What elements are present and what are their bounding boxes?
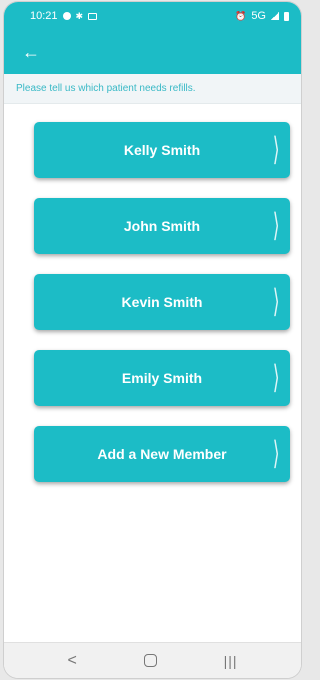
- member-label: Add a New Member: [97, 446, 227, 462]
- add-member-button[interactable]: Add a New Member ⟩: [34, 426, 290, 482]
- chevron-right-icon: ⟩: [272, 359, 280, 395]
- status-time: 10:21: [30, 10, 58, 22]
- image-icon: [88, 12, 98, 20]
- chevron-right-icon: ⟩: [272, 131, 280, 167]
- member-label: Kelly Smith: [123, 142, 201, 158]
- battery-icon: [284, 11, 289, 21]
- recents-icon[interactable]: |||: [224, 653, 238, 669]
- app-bar: ←: [4, 30, 301, 74]
- messenger-icon: [62, 12, 71, 20]
- back-icon[interactable]: <: [67, 652, 76, 670]
- alarm-icon: ⏰: [235, 10, 247, 21]
- arrow-left-icon[interactable]: ←: [22, 43, 40, 61]
- chevron-right-icon: ⟩: [272, 435, 280, 471]
- member-button-kevin-smith[interactable]: Kevin Smith ⟩: [34, 274, 290, 330]
- status-bar: 10:21 ✱ ⏰ 5G: [4, 2, 301, 30]
- member-button-emily-smith[interactable]: Emily Smith ⟩: [34, 350, 290, 406]
- status-right: ⏰ 5G: [235, 10, 289, 22]
- status-left: 10:21 ✱: [30, 10, 98, 22]
- home-icon[interactable]: [143, 654, 157, 667]
- chevron-right-icon: ⟩: [272, 283, 280, 319]
- prompt-text: Please tell us which patient needs refil…: [16, 83, 196, 94]
- gear-icon: ✱: [75, 10, 84, 21]
- network-label: 5G: [251, 10, 266, 22]
- member-label: John Smith: [123, 218, 201, 234]
- prompt-bar: Please tell us which patient needs refil…: [4, 74, 301, 104]
- member-label: Emily Smith: [121, 370, 203, 386]
- chevron-right-icon: ⟩: [272, 207, 280, 243]
- member-button-john-smith[interactable]: John Smith ⟩: [34, 198, 290, 254]
- member-button-kelly-smith[interactable]: Kelly Smith ⟩: [34, 122, 290, 178]
- system-nav-bar: < |||: [4, 642, 301, 678]
- member-list: Kelly Smith ⟩ John Smith ⟩ Kevin Smith ⟩…: [4, 104, 301, 482]
- signal-icon: [271, 12, 279, 20]
- member-label: Kevin Smith: [121, 294, 203, 310]
- phone-screen: 10:21 ✱ ⏰ 5G ← Please tell us which pati…: [4, 2, 301, 678]
